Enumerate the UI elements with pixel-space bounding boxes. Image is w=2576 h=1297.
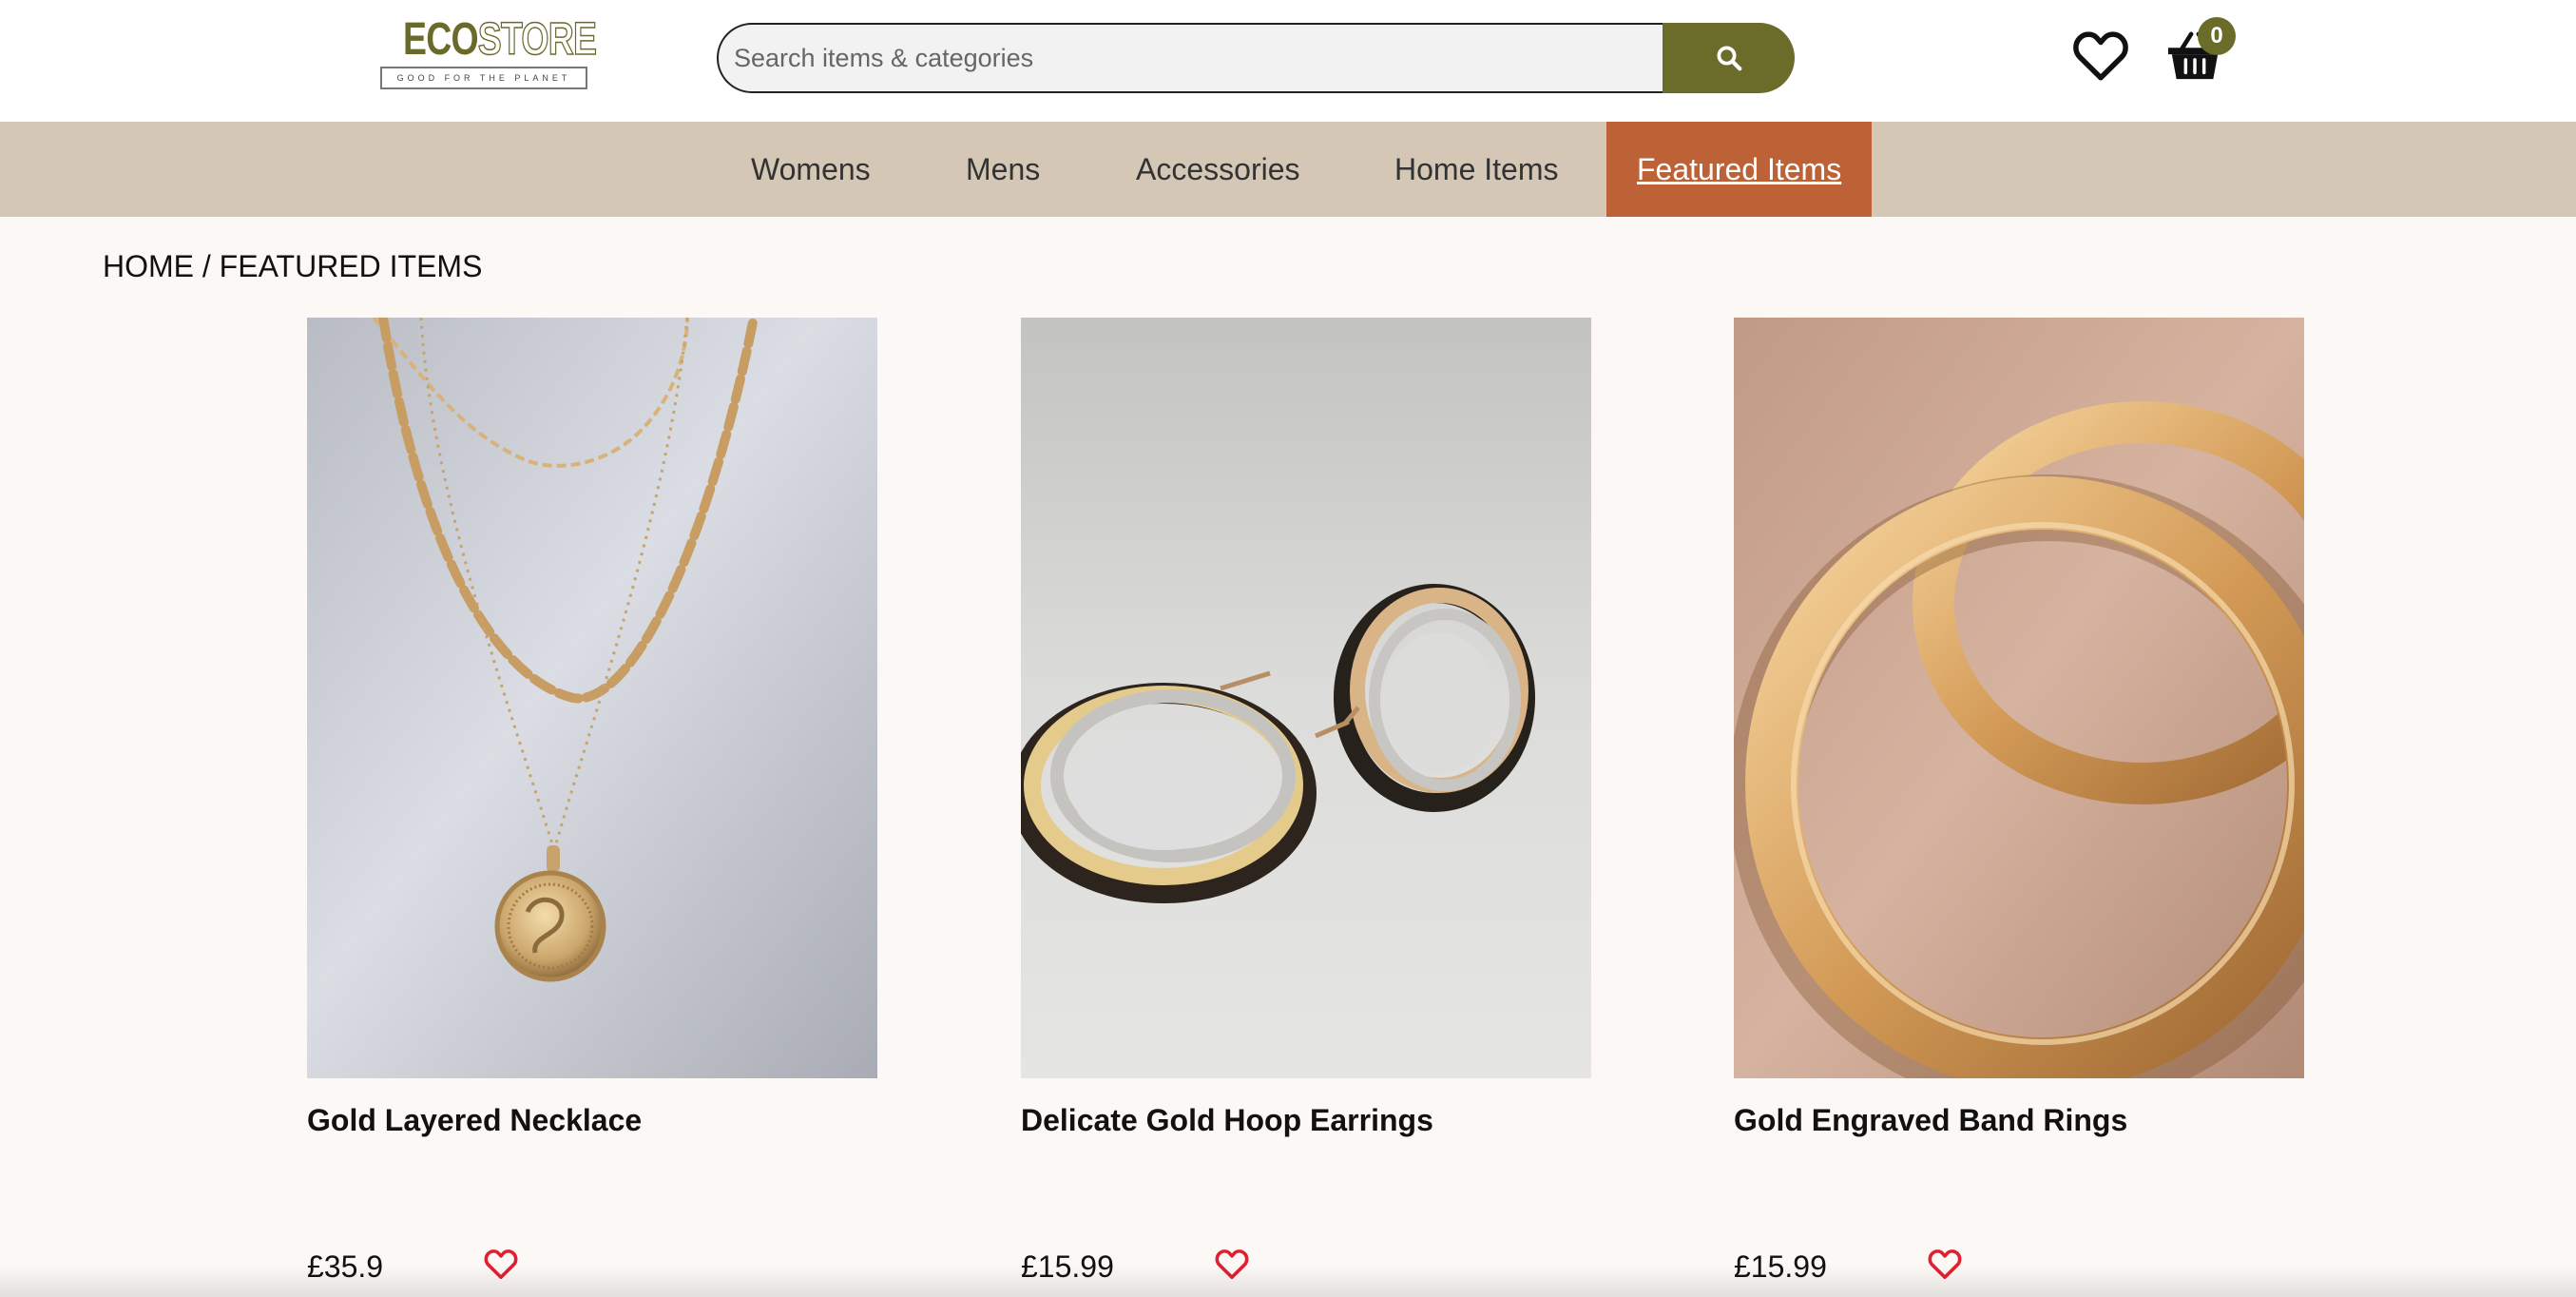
nav-item-womens[interactable]: Womens [721,122,901,217]
logo-wordmark: ECOSTORE [403,14,598,66]
product-name[interactable]: Gold Engraved Band Rings [1734,1103,2127,1138]
nav-item-featured-items[interactable]: Featured Items [1606,122,1872,217]
logo-tagline: GOOD FOR THE PLANET [380,67,587,89]
search-bar [717,23,1795,93]
breadcrumb-separator: / [202,249,211,283]
nav-item-home-items[interactable]: Home Items [1364,122,1588,217]
cart-count-badge: 0 [2198,17,2236,55]
breadcrumb-current: FEATURED ITEMS [219,249,483,283]
product-name[interactable]: Delicate Gold Hoop Earrings [1021,1103,1433,1138]
search-icon [1717,46,1741,71]
nav-item-accessories[interactable]: Accessories [1105,122,1331,217]
breadcrumb-home-link[interactable]: HOME [103,249,194,283]
logo-eco-text: ECO [403,14,479,65]
search-input[interactable] [717,23,1667,93]
search-button[interactable] [1663,23,1795,93]
category-nav: Womens Mens Accessories Home Items Featu… [0,122,2576,217]
footer-shadow [0,1265,2576,1297]
gold-hoop-earrings-photo[interactable] [1021,318,1591,1078]
logo-store-text: STORE [477,14,597,66]
heart-outline-icon [2073,31,2128,81]
eco-store-logo[interactable]: ECOSTORE GOOD FOR THE PLANET [380,14,598,93]
gold-band-rings-photo[interactable] [1734,318,2304,1078]
nav-item-mens[interactable]: Mens [935,122,1070,217]
gold-layered-necklace-photo[interactable] [307,318,877,1078]
site-header: ECOSTORE GOOD FOR THE PLANET 0 [0,0,2576,122]
product-name[interactable]: Gold Layered Necklace [307,1103,642,1138]
breadcrumb: HOME / FEATURED ITEMS [103,249,482,284]
wishlist-button[interactable] [2072,29,2129,82]
